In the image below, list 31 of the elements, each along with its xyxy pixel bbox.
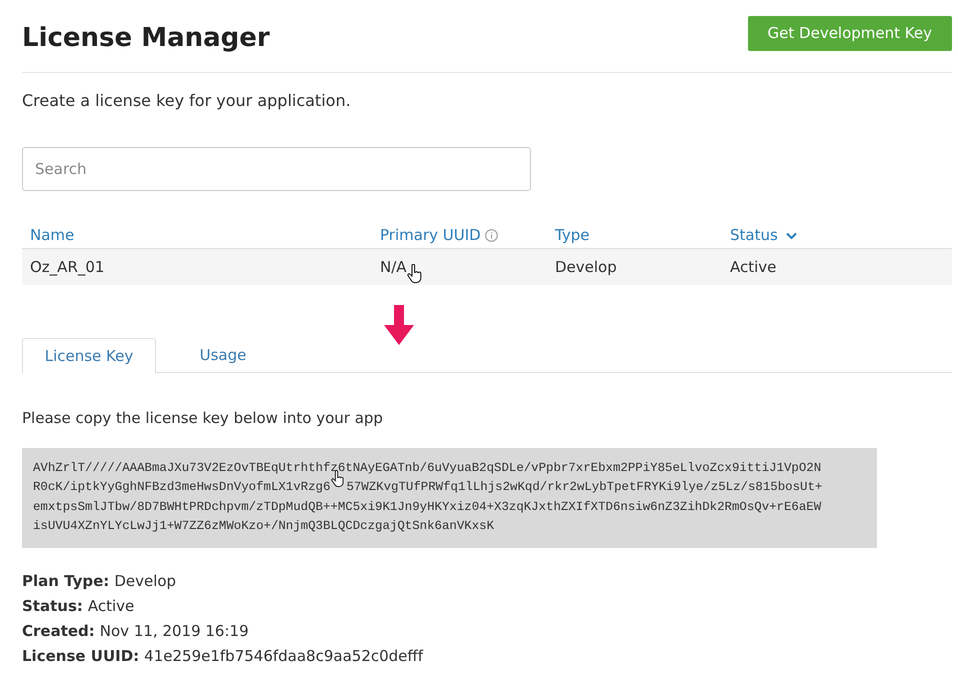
table-cell-text: N/A [380,256,407,278]
detail-value: Nov 11, 2019 16:19 [100,620,249,642]
table-cell-text: Develop [555,256,617,278]
license-key-text: 57WZKvgTUfPRWfq1lLhjs2wKqd/rkr2wLybTpetFRYKi9lye/z5Lz/s815bosUt+ [346,479,822,496]
detail-value: Active [88,596,134,616]
detail-value: Develop [114,570,176,592]
page-title: License Manager [22,22,270,54]
detail-label: Created: [22,620,95,642]
tab[interactable]: Usage [156,338,290,373]
license-key-text: AVhZrlT/////AAABmaJXu73V2EzOvTBEqUtrhthfz6tNAyEGATnb/6uVyuaB2qSDLe/vPpbr7xrEbxm2PPiY85eLlvoZcx9ittiJ1VpO2N [33,460,822,476]
column-header[interactable]: Type [555,224,590,247]
table-cell-text: Oz_AR_01 [30,256,104,278]
column-header[interactable]: Name [30,224,74,247]
detail-label: License UUID: [22,646,140,666]
license-key-text: isUVU4XZnYLYcLwJj1+W7ZZ6zMWoKzo+/NnjmQ3BLQCDczgajQtSnk6anVKxsK [33,518,494,535]
instruction-text: Please copy the license key below into your app [22,408,384,429]
license-key-text: emxtpsSmlJTbw/8D7BWHtPRDchpvm/zTDpMudQB++MC5xi9K1Jn9yHKYxiz04+X3zqKJxthZXIfXTD6nsiw6nZ3ZihDk2RmOsQv+rE6aEW [33,498,822,516]
subtitle: Create a license key for your application. [22,90,352,112]
arrow-icon [384,305,414,345]
get-development-key-button[interactable]: Get Development Key [748,16,952,51]
chevron-down-icon[interactable] [786,232,797,240]
detail-label: Status: [22,596,83,616]
license-key-text: R0cK/iptkYyGghNFBzd3meHwsDnVyofmLX1vRzg6 [33,479,330,496]
search-field[interactable]: Search [22,147,531,191]
info-icon [484,229,498,242]
column-header[interactable]: Primary UUID [380,224,481,247]
column-header[interactable]: Status [730,224,778,247]
detail-label: Plan Type: [22,570,110,592]
detail-value: 41e259e1fb7546fdaa8c9aa52c0defff [144,646,424,666]
table-cell-text: Active [730,256,776,278]
tab[interactable]: License Key [22,338,156,374]
